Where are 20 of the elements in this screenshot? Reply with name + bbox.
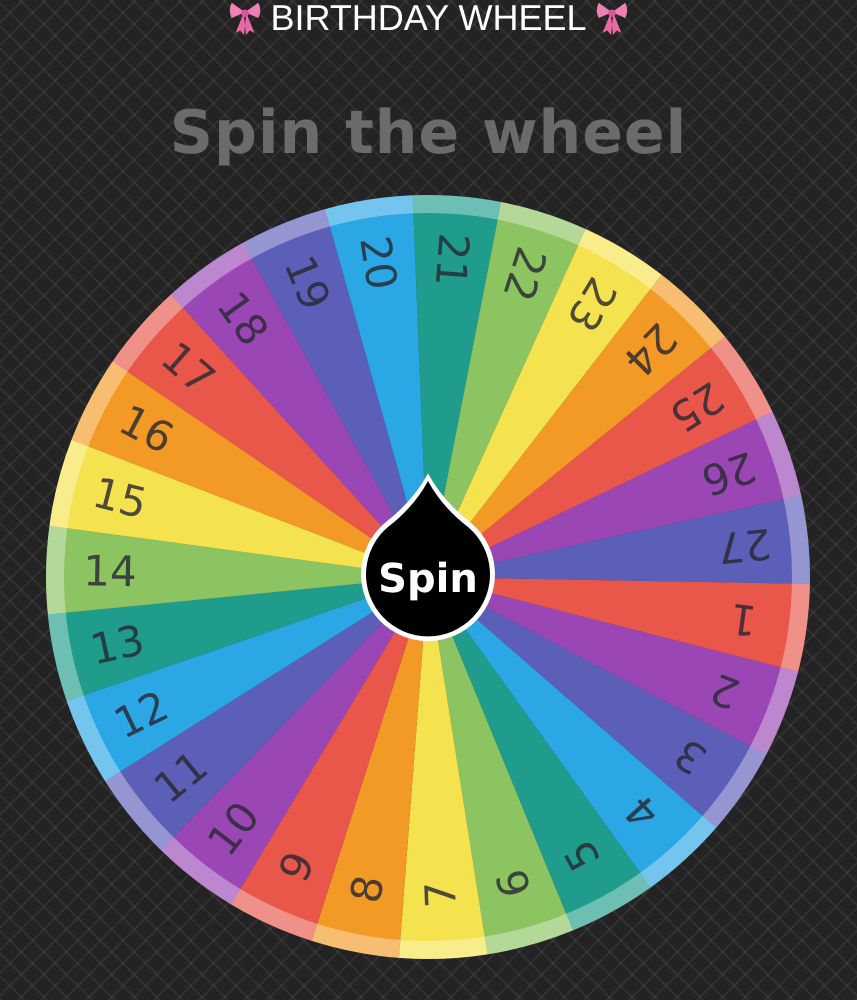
- segment-label: 9: [268, 844, 324, 889]
- subtitle: Spin the wheel: [170, 98, 688, 168]
- segment-label: 26: [695, 442, 762, 506]
- segment-label: 22: [492, 241, 556, 307]
- app-title: BIRTHDAY WHEEL: [270, 0, 587, 36]
- segment-label: 3: [665, 728, 715, 784]
- segment-label: 21: [425, 231, 478, 288]
- segment-label: 8: [340, 871, 394, 907]
- segment-label: 4: [614, 786, 669, 839]
- segment-label: 7: [415, 880, 466, 910]
- segment-label: 1: [726, 594, 760, 646]
- spin-button[interactable]: Spin: [360, 473, 494, 642]
- segment-label: 20: [350, 232, 406, 294]
- segment-label: 5: [554, 832, 610, 879]
- segment-label: 15: [87, 468, 152, 528]
- segment-label: 6: [486, 864, 540, 903]
- segment-label: 27: [714, 518, 773, 573]
- segment-label: 13: [85, 615, 148, 674]
- segment-label: 14: [82, 546, 137, 596]
- segment-label: 2: [703, 663, 746, 719]
